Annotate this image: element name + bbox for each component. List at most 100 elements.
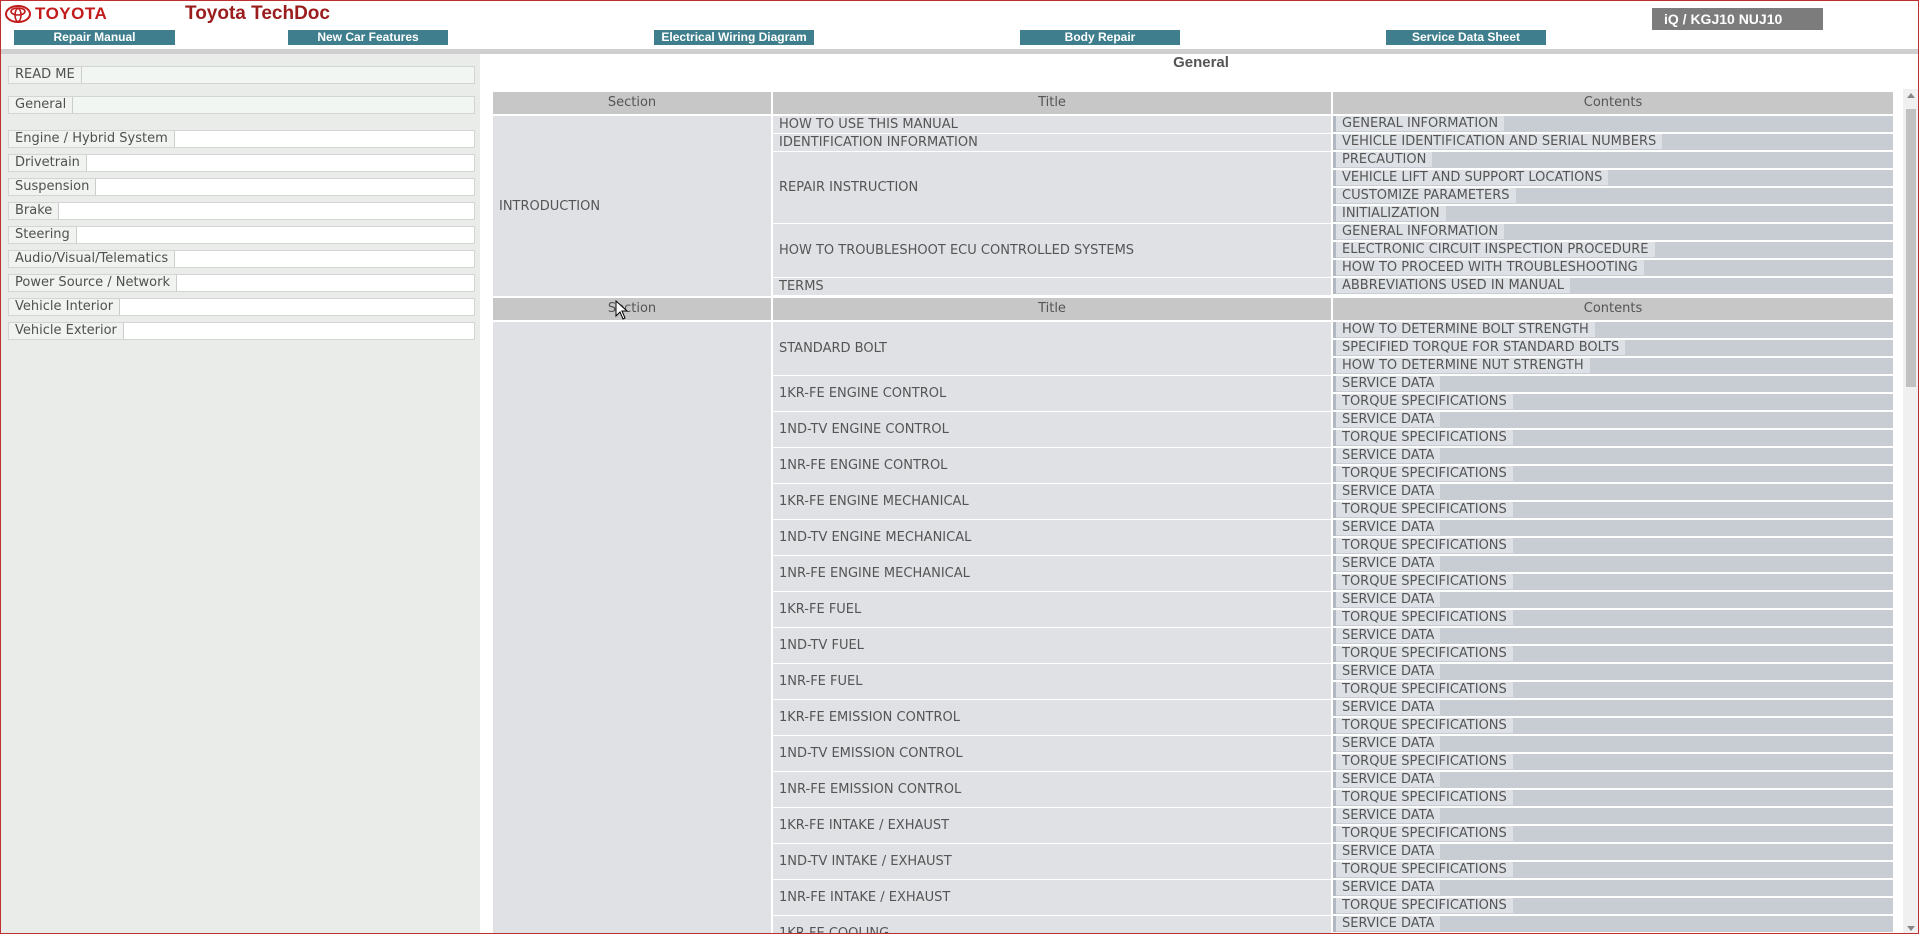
contents-line[interactable]: SERVICE DATA [1333, 772, 1893, 788]
row-title[interactable]: 1KR-FE ENGINE CONTROL [773, 376, 1331, 412]
contents-line[interactable]: SERVICE DATA [1333, 808, 1893, 824]
contents-link[interactable]: SERVICE DATA [1336, 664, 1441, 679]
contents-link[interactable]: TORQUE SPECIFICATIONS [1336, 538, 1513, 553]
contents-line[interactable]: SERVICE DATA [1333, 736, 1893, 752]
contents-line[interactable]: TORQUE SPECIFICATIONS [1333, 430, 1893, 446]
sidebar-item-read-me[interactable]: READ ME [8, 66, 475, 84]
contents-line[interactable]: CUSTOMIZE PARAMETERS [1333, 188, 1893, 204]
contents-line[interactable]: ELECTRONIC CIRCUIT INSPECTION PROCEDURE [1333, 242, 1893, 258]
row-title[interactable]: IDENTIFICATION INFORMATION [773, 134, 1331, 152]
contents-line[interactable]: SERVICE DATA [1333, 916, 1893, 932]
sidebar-item-vehicle-exterior[interactable]: Vehicle Exterior [8, 322, 475, 340]
contents-line[interactable]: SERVICE DATA [1333, 880, 1893, 896]
row-title[interactable]: 1KR-FE ENGINE MECHANICAL [773, 484, 1331, 520]
contents-link[interactable]: SERVICE DATA [1336, 376, 1441, 391]
row-title[interactable]: TERMS [773, 278, 1331, 296]
contents-link[interactable]: TORQUE SPECIFICATIONS [1336, 646, 1513, 661]
contents-link[interactable]: HOW TO PROCEED WITH TROUBLESHOOTING [1336, 260, 1644, 275]
contents-line[interactable]: SERVICE DATA [1333, 628, 1893, 644]
contents-link[interactable]: GENERAL INFORMATION [1336, 116, 1505, 131]
contents-link[interactable]: VEHICLE LIFT AND SUPPORT LOCATIONS [1336, 170, 1609, 185]
row-title[interactable]: 1NR-FE EMISSION CONTROL [773, 772, 1331, 808]
contents-line[interactable]: TORQUE SPECIFICATIONS [1333, 682, 1893, 698]
row-title[interactable]: 1KR-FE COOLING [773, 916, 1331, 933]
nav-repair-manual[interactable]: Repair Manual [14, 30, 175, 45]
contents-link[interactable]: TORQUE SPECIFICATIONS [1336, 610, 1513, 625]
contents-link[interactable]: SERVICE DATA [1336, 736, 1441, 751]
contents-line[interactable]: ABBREVIATIONS USED IN MANUAL [1333, 278, 1893, 294]
row-title[interactable]: HOW TO USE THIS MANUAL [773, 116, 1331, 134]
contents-line[interactable]: TORQUE SPECIFICATIONS [1333, 538, 1893, 554]
contents-line[interactable]: TORQUE SPECIFICATIONS [1333, 646, 1893, 662]
sidebar-item-suspension[interactable]: Suspension [8, 178, 475, 196]
contents-link[interactable]: SERVICE DATA [1336, 448, 1441, 463]
contents-line[interactable]: TORQUE SPECIFICATIONS [1333, 574, 1893, 590]
contents-line[interactable]: TORQUE SPECIFICATIONS [1333, 790, 1893, 806]
vehicle-selector[interactable]: iQ / KGJ10 NUJ10 [1652, 8, 1823, 30]
row-title[interactable]: 1KR-FE INTAKE / EXHAUST [773, 808, 1331, 844]
contents-link[interactable]: SERVICE DATA [1336, 916, 1441, 931]
contents-line[interactable]: HOW TO DETERMINE NUT STRENGTH [1333, 358, 1893, 374]
row-title[interactable]: 1KR-FE FUEL [773, 592, 1331, 628]
sidebar-item-brake[interactable]: Brake [8, 202, 475, 220]
contents-line[interactable]: SERVICE DATA [1333, 520, 1893, 536]
contents-line[interactable]: TORQUE SPECIFICATIONS [1333, 718, 1893, 734]
sidebar-item-audio-visual-telematics[interactable]: Audio/Visual/Telematics [8, 250, 475, 268]
contents-line[interactable]: HOW TO DETERMINE BOLT STRENGTH [1333, 322, 1893, 338]
contents-link[interactable]: SERVICE DATA [1336, 880, 1441, 895]
row-title[interactable]: HOW TO TROUBLESHOOT ECU CONTROLLED SYSTE… [773, 224, 1331, 278]
contents-line[interactable]: TORQUE SPECIFICATIONS [1333, 394, 1893, 410]
contents-link[interactable]: SERVICE DATA [1336, 556, 1441, 571]
row-title[interactable]: REPAIR INSTRUCTION [773, 152, 1331, 224]
contents-link[interactable]: SERVICE DATA [1336, 628, 1441, 643]
contents-link[interactable]: SERVICE DATA [1336, 808, 1441, 823]
contents-line[interactable]: GENERAL INFORMATION [1333, 116, 1893, 132]
contents-link[interactable]: INITIALIZATION [1336, 206, 1446, 221]
contents-link[interactable]: TORQUE SPECIFICATIONS [1336, 394, 1513, 409]
contents-link[interactable]: TORQUE SPECIFICATIONS [1336, 682, 1513, 697]
sidebar-item-drivetrain[interactable]: Drivetrain [8, 154, 475, 172]
row-title[interactable]: 1ND-TV ENGINE MECHANICAL [773, 520, 1331, 556]
contents-link[interactable]: TORQUE SPECIFICATIONS [1336, 898, 1513, 913]
contents-line[interactable]: GENERAL INFORMATION [1333, 224, 1893, 240]
row-title[interactable]: 1NR-FE FUEL [773, 664, 1331, 700]
row-title[interactable]: STANDARD BOLT [773, 322, 1331, 376]
scroll-thumb[interactable] [1906, 109, 1916, 387]
contents-line[interactable]: TORQUE SPECIFICATIONS [1333, 754, 1893, 770]
contents-link[interactable]: CUSTOMIZE PARAMETERS [1336, 188, 1516, 203]
contents-line[interactable]: HOW TO PROCEED WITH TROUBLESHOOTING [1333, 260, 1893, 276]
contents-line[interactable]: TORQUE SPECIFICATIONS [1333, 826, 1893, 842]
contents-line[interactable]: SERVICE DATA [1333, 412, 1893, 428]
contents-line[interactable]: VEHICLE LIFT AND SUPPORT LOCATIONS [1333, 170, 1893, 186]
contents-line[interactable]: SERVICE DATA [1333, 700, 1893, 716]
sidebar-item-general[interactable]: General [8, 96, 475, 114]
contents-link[interactable]: SERVICE DATA [1336, 592, 1441, 607]
contents-link[interactable]: TORQUE SPECIFICATIONS [1336, 754, 1513, 769]
contents-link[interactable]: SERVICE DATA [1336, 772, 1441, 787]
contents-line[interactable]: INITIALIZATION [1333, 206, 1893, 222]
contents-line[interactable]: TORQUE SPECIFICATIONS [1333, 610, 1893, 626]
contents-line[interactable]: SERVICE DATA [1333, 376, 1893, 392]
row-title[interactable]: 1ND-TV FUEL [773, 628, 1331, 664]
contents-link[interactable]: SERVICE DATA [1336, 520, 1441, 535]
row-title[interactable]: 1NR-FE INTAKE / EXHAUST [773, 880, 1331, 916]
row-title[interactable]: 1ND-TV EMISSION CONTROL [773, 736, 1331, 772]
vertical-scrollbar[interactable] [1903, 89, 1918, 933]
nav-new-car-features[interactable]: New Car Features [288, 30, 448, 45]
contents-link[interactable]: PRECAUTION [1336, 152, 1433, 167]
contents-link[interactable]: TORQUE SPECIFICATIONS [1336, 466, 1513, 481]
contents-line[interactable]: TORQUE SPECIFICATIONS [1333, 862, 1893, 878]
contents-link[interactable]: TORQUE SPECIFICATIONS [1336, 502, 1513, 517]
nav-service-data-sheet[interactable]: Service Data Sheet [1386, 30, 1546, 45]
contents-link[interactable]: TORQUE SPECIFICATIONS [1336, 826, 1513, 841]
contents-line[interactable]: SERVICE DATA [1333, 844, 1893, 860]
contents-link[interactable]: SPECIFIED TORQUE FOR STANDARD BOLTS [1336, 340, 1626, 355]
contents-line[interactable]: TORQUE SPECIFICATIONS [1333, 898, 1893, 914]
contents-line[interactable]: VEHICLE IDENTIFICATION AND SERIAL NUMBER… [1333, 134, 1893, 150]
sidebar-item-power-source-network[interactable]: Power Source / Network [8, 274, 475, 292]
contents-link[interactable]: TORQUE SPECIFICATIONS [1336, 862, 1513, 877]
contents-link[interactable]: SERVICE DATA [1336, 484, 1441, 499]
nav-body-repair[interactable]: Body Repair [1020, 30, 1180, 45]
contents-line[interactable]: SERVICE DATA [1333, 664, 1893, 680]
row-title[interactable]: 1ND-TV INTAKE / EXHAUST [773, 844, 1331, 880]
